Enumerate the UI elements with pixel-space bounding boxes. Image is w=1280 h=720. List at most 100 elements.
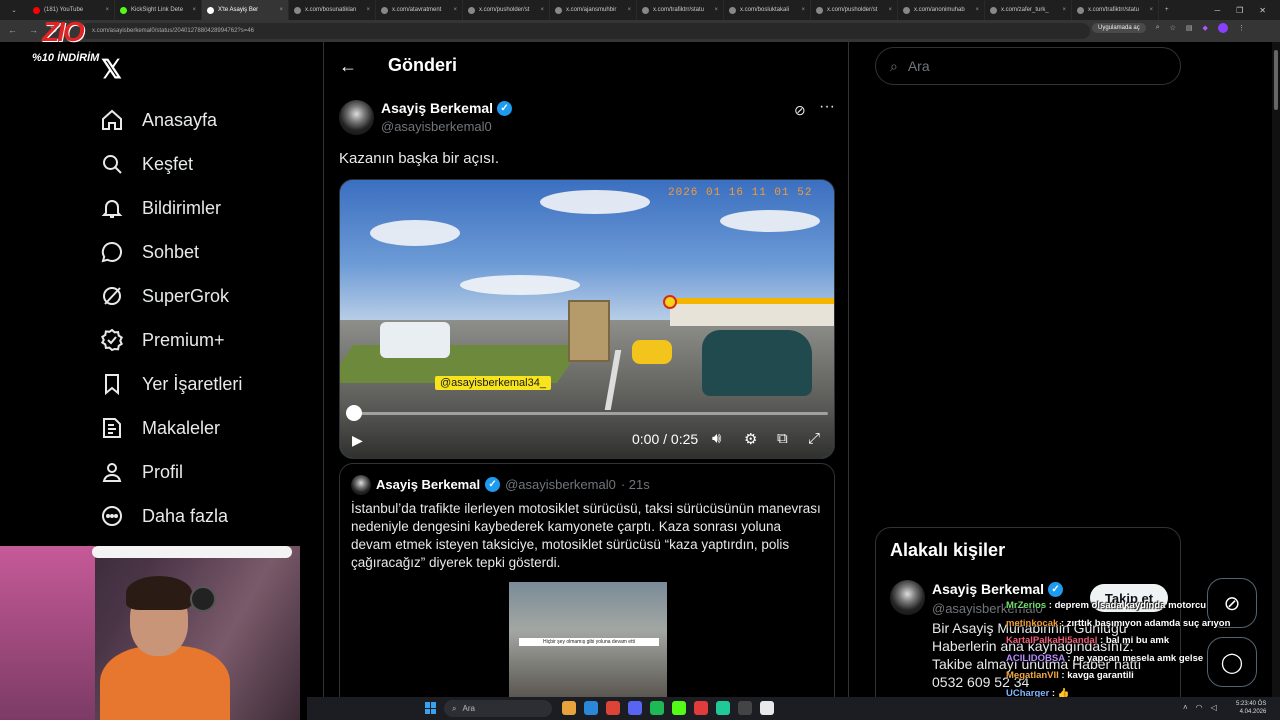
- new-tab-button[interactable]: +: [1159, 7, 1175, 13]
- sidebar-item-supergrok[interactable]: SuperGrok: [100, 274, 242, 318]
- sidebar-item-explore[interactable]: Keşfet: [100, 142, 242, 186]
- discord-icon[interactable]: [628, 701, 642, 715]
- post-author: Asayiş Berkemal ✓ @asayisberkemal0: [381, 100, 513, 134]
- kick-icon[interactable]: [672, 701, 686, 715]
- address-bar[interactable]: x.com/asayisberkemal0/status/20401278804…: [80, 23, 1090, 39]
- browser-tab[interactable]: x.com/pusholder/st ×: [811, 0, 898, 20]
- obs-icon[interactable]: [738, 701, 752, 715]
- sidebar-item-chat[interactable]: Sohbet: [100, 230, 242, 274]
- tab-close-icon[interactable]: ×: [801, 7, 805, 13]
- tab-close-icon[interactable]: ×: [366, 7, 370, 13]
- browser-tab[interactable]: x.com/atavratment ×: [376, 0, 463, 20]
- browser-tab[interactable]: x.com/pusholder/st ×: [463, 0, 550, 20]
- browser-tab[interactable]: x.com/bosluktakali ×: [724, 0, 811, 20]
- open-in-app-pill[interactable]: Uygulamada aç: [1092, 23, 1146, 33]
- profile-avatar[interactable]: [1217, 23, 1228, 33]
- author-name-row[interactable]: Asayiş Berkemal ✓: [381, 100, 513, 116]
- app-icon[interactable]: [760, 701, 774, 715]
- browser-tab[interactable]: x.com/zafer_turk_ ×: [985, 0, 1072, 20]
- video-progress-bar[interactable]: [354, 412, 828, 415]
- browser-tab[interactable]: x.com/anonimuhab ×: [898, 0, 985, 20]
- tab-close-icon[interactable]: ×: [540, 7, 544, 13]
- tab-close-icon[interactable]: ×: [714, 7, 718, 13]
- browser-tab[interactable]: x.com/bosunatiklan ×: [289, 0, 376, 20]
- pip-icon[interactable]: ⧉: [777, 430, 788, 447]
- video-gas-station: [670, 298, 834, 326]
- speaker-icon[interactable]: ◁: [1211, 703, 1217, 712]
- sidebar-item-profile[interactable]: Profil: [100, 450, 242, 494]
- video-player[interactable]: 2026 01 16 11 01 52 @asayisberkemal34_ ▶…: [339, 179, 835, 459]
- tab-close-icon[interactable]: ×: [627, 7, 631, 13]
- volume-icon[interactable]: 🔊︎: [712, 430, 721, 447]
- settings-gear-icon[interactable]: ⚙: [744, 430, 757, 448]
- browser-tab[interactable]: x.com/trafiktrr/statu ×: [1072, 0, 1159, 20]
- tab-close-icon[interactable]: ×: [975, 7, 979, 13]
- tab-close-icon[interactable]: ×: [1149, 7, 1153, 13]
- x-logo-icon[interactable]: 𝕏: [101, 54, 122, 85]
- scrollbar[interactable]: [1272, 42, 1280, 698]
- related-name-row[interactable]: Asayiş Berkemal ✓: [932, 581, 1064, 597]
- tab-close-icon[interactable]: ×: [279, 7, 283, 13]
- page-header: ← Gönderi: [324, 42, 850, 92]
- play-icon[interactable]: ▶: [352, 432, 363, 449]
- browser-tab[interactable]: KickSight Link Dete ×: [115, 0, 202, 20]
- tab-close-icon[interactable]: ×: [1062, 7, 1066, 13]
- browser-tab[interactable]: X'te Asayiş Ber ×: [202, 0, 289, 20]
- sidebar-item-premium[interactable]: Premium+: [100, 318, 242, 362]
- scrollbar-thumb[interactable]: [1274, 50, 1278, 110]
- browser-menu-icon[interactable]: ⋮: [1238, 24, 1245, 32]
- zoom-icon[interactable]: ⌕: [1156, 24, 1160, 32]
- sidebar-item-home[interactable]: Anasayfa: [100, 98, 242, 142]
- sidebar-item-notifications[interactable]: Bildirimler: [100, 186, 242, 230]
- back-arrow-icon[interactable]: ←: [339, 56, 357, 77]
- browser-forward-icon[interactable]: →: [29, 25, 38, 36]
- sidebar-item-more[interactable]: Daha fazla: [100, 494, 242, 538]
- whatsapp-icon[interactable]: [716, 701, 730, 715]
- file-explorer-icon[interactable]: [562, 701, 576, 715]
- author-handle[interactable]: @asayisberkemal0: [381, 119, 512, 134]
- tab-close-icon[interactable]: ×: [105, 7, 109, 13]
- windows-start-icon[interactable]: [425, 702, 437, 714]
- tab-search-icon[interactable]: ⌄: [0, 7, 28, 14]
- taskbar-clock[interactable]: 5:23:40 ÖS 4.04.2026: [1236, 700, 1266, 716]
- sidebar-item-bookmarks[interactable]: Yer İşaretleri: [100, 362, 242, 406]
- tab-close-icon[interactable]: ×: [192, 7, 196, 13]
- chat-username[interactable]: KartalPalkaHi5andal: [1006, 635, 1097, 646]
- maximize-icon[interactable]: ❐: [1236, 6, 1243, 15]
- video-progress-knob[interactable]: [346, 405, 362, 421]
- grok-icon[interactable]: ⊘: [794, 102, 806, 119]
- chat-username[interactable]: ACILIDOBSA: [1006, 653, 1065, 664]
- browser-tab[interactable]: x.com/ajansmuhbir ×: [550, 0, 637, 20]
- tab-close-icon[interactable]: ×: [453, 7, 457, 13]
- bookmark-star-icon[interactable]: ☆: [1170, 24, 1176, 32]
- app-icon[interactable]: [694, 701, 708, 715]
- extension-area: Uygulamada aç ⌕ ☆ ▤ ◆ ⋮: [1092, 23, 1245, 33]
- minimize-icon[interactable]: ─: [1214, 6, 1220, 15]
- avatar[interactable]: [890, 580, 925, 615]
- quote-media-thumbnail[interactable]: Hiçbir şey olmamış gibi yoluna devam ett…: [509, 582, 667, 702]
- tray-chevron-icon[interactable]: ˄: [1183, 703, 1188, 712]
- edge-icon[interactable]: [584, 701, 598, 715]
- avatar[interactable]: [339, 100, 374, 135]
- more-options-icon[interactable]: ···: [819, 98, 835, 116]
- chat-message: metinkocak : zırttık başımıyon adamda su…: [1006, 618, 1246, 636]
- fullscreen-icon[interactable]: ⤢: [808, 430, 820, 447]
- sidebar-item-articles[interactable]: Makaleler: [100, 406, 242, 450]
- browser-toolbar: ← → ↻ x.com/asayisberkemal0/status/20401…: [0, 20, 1280, 42]
- search-input[interactable]: ⌕ Ara: [875, 47, 1181, 85]
- chat-username[interactable]: metinkocak: [1006, 618, 1058, 629]
- chat-username[interactable]: MrZerios: [1006, 600, 1046, 611]
- close-window-icon[interactable]: ✕: [1259, 6, 1266, 15]
- tab-close-icon[interactable]: ×: [888, 7, 892, 13]
- wifi-icon[interactable]: ◠: [1196, 703, 1203, 712]
- tab-title: x.com/zafer_turk_: [1001, 7, 1049, 13]
- chat-username[interactable]: MegatlanVII: [1006, 670, 1059, 681]
- extensions-icon[interactable]: ▤: [1186, 24, 1193, 32]
- taskbar-search[interactable]: ⌕ Ara: [444, 700, 552, 717]
- browser-tab[interactable]: x.com/trafiktrr/statu ×: [637, 0, 724, 20]
- browser-back-icon[interactable]: ←: [8, 25, 17, 36]
- spotify-icon[interactable]: [650, 701, 664, 715]
- chrome-icon[interactable]: [606, 701, 620, 715]
- quoted-post[interactable]: Asayiş Berkemal ✓ @asayisberkemal0 · 21s…: [339, 463, 835, 720]
- extension-purple-icon[interactable]: ◆: [1203, 24, 1208, 32]
